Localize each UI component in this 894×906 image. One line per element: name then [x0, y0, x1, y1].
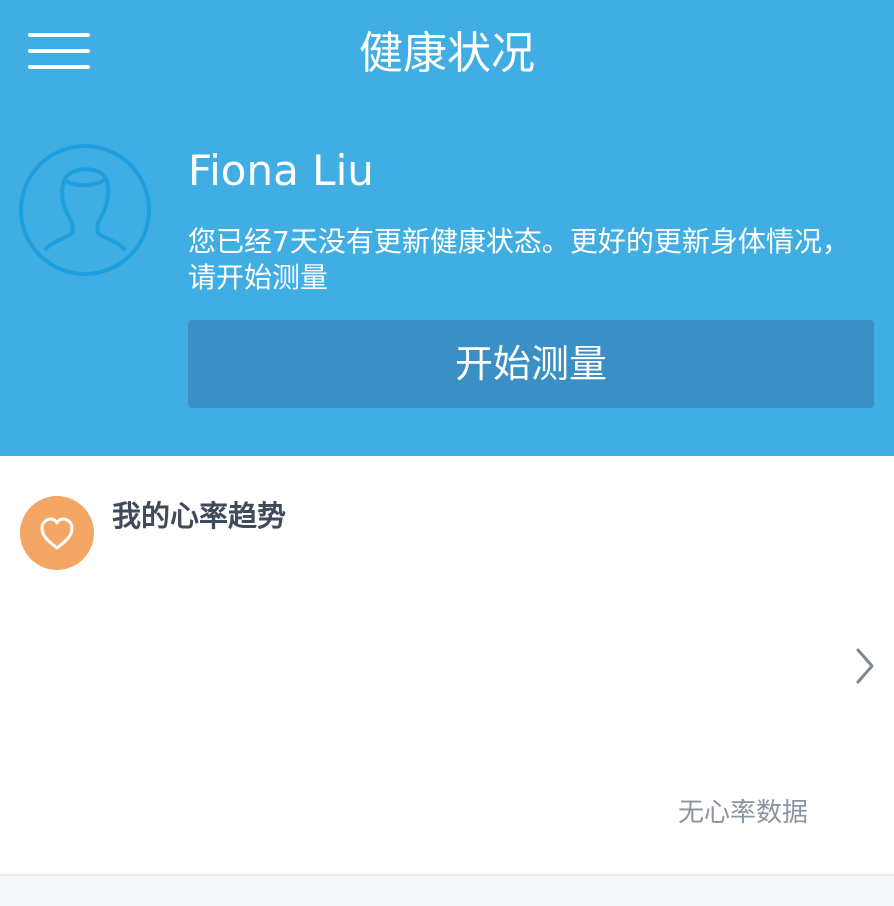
update-reminder-text: 您已经7天没有更新健康状态。更好的更新身体情况，请开始测量 — [188, 225, 850, 294]
chevron-right-icon[interactable] — [852, 646, 878, 686]
profile-header: 健康状况 Fiona Liu 您已经7天没有更新健康状态。更好的更新身体情况，请… — [0, 0, 894, 456]
heart-icon — [20, 496, 94, 570]
page-title: 健康状况 — [359, 28, 535, 79]
card-title: 我的心率趋势 — [112, 499, 287, 533]
start-measure-button[interactable]: 开始测量 — [188, 320, 874, 408]
user-name: Fiona Liu — [188, 146, 374, 195]
empty-state-text: 无心率数据 — [677, 798, 808, 828]
heart-rate-trend-card[interactable]: 我的心率趋势 无心率数据 — [0, 456, 894, 876]
health-status-screen: 健康状况 Fiona Liu 您已经7天没有更新健康状态。更好的更新身体情况，请… — [0, 0, 894, 906]
user-avatar-icon[interactable] — [18, 143, 152, 277]
